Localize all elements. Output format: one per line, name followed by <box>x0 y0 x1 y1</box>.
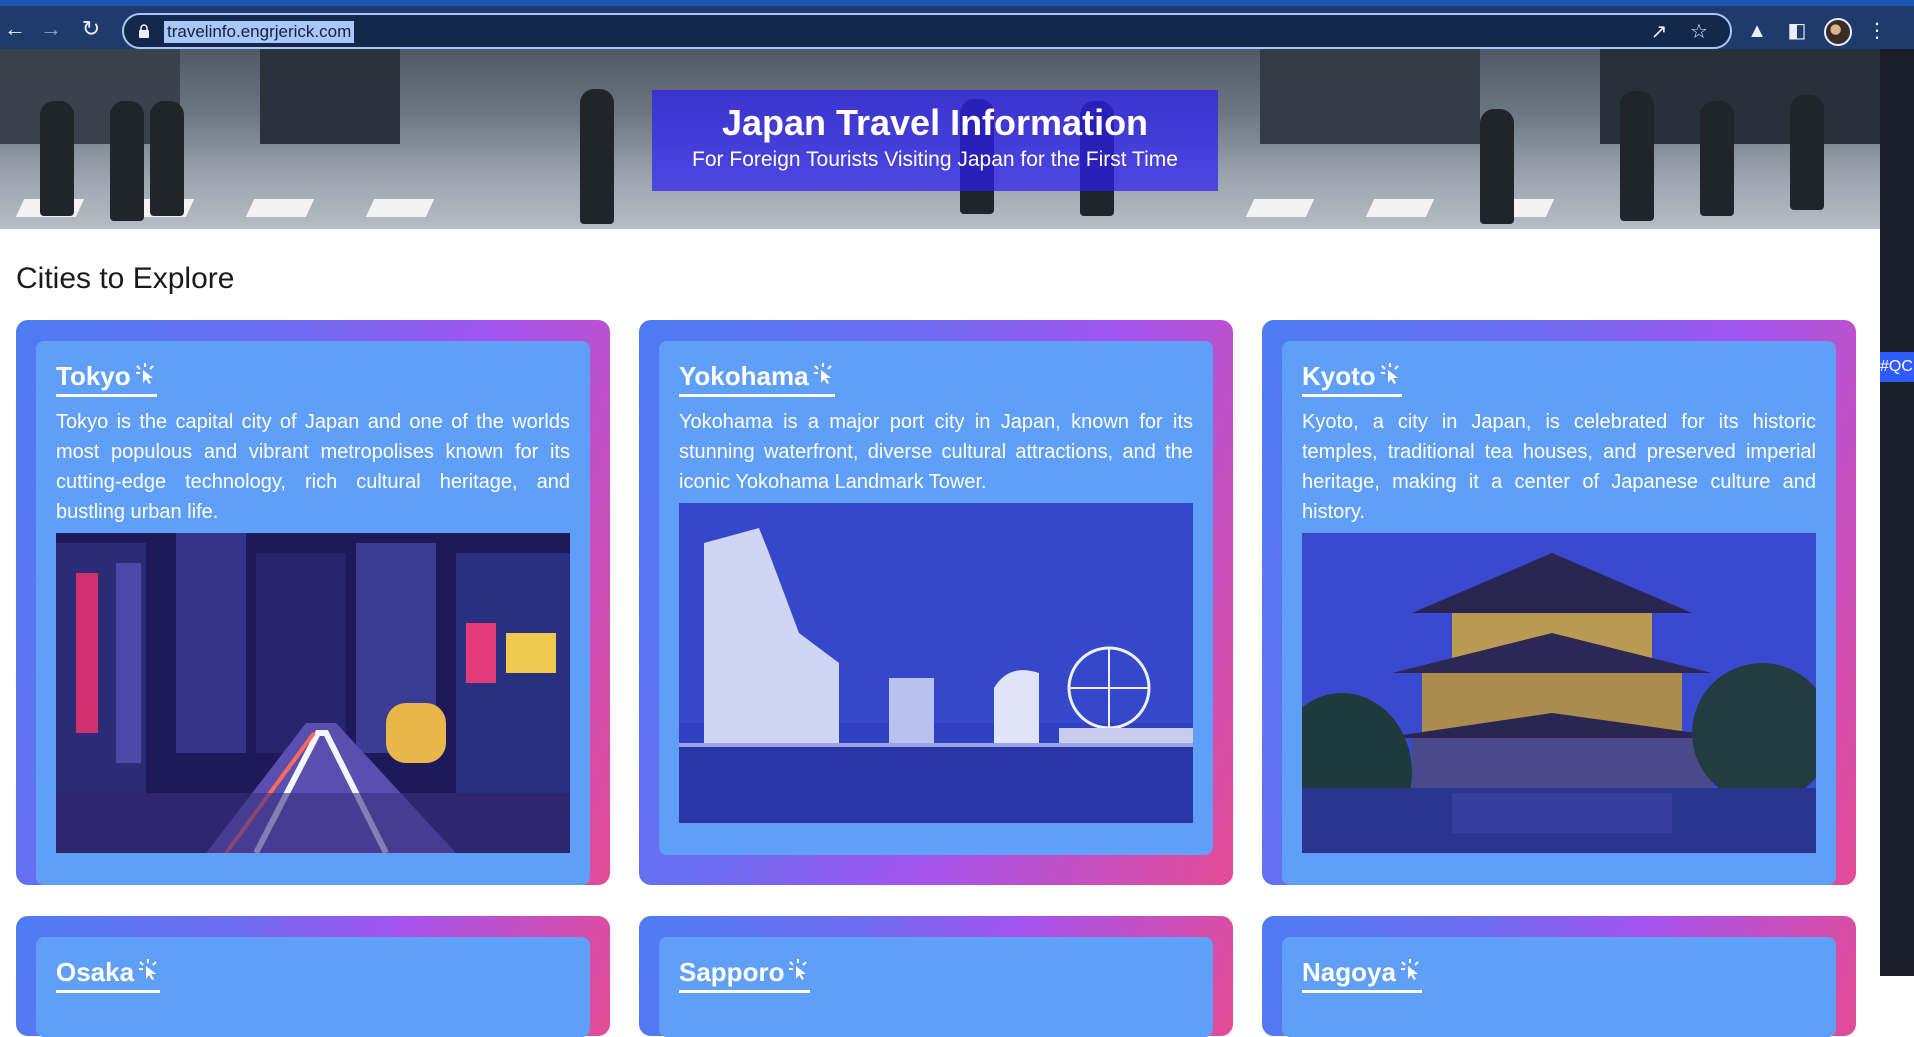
click-pointer-icon <box>1380 363 1399 384</box>
city-description: Kyoto, a city in Japan, is celebrated fo… <box>1302 411 1816 523</box>
city-card-yokohama[interactable]: Yokohama Yokohama is a major port city i… <box>639 320 1233 885</box>
city-image-tokyo <box>56 533 570 853</box>
city-description: Yokohama is a major port city in Japan, … <box>679 411 1193 493</box>
section-title: Cities to Explore <box>16 262 235 295</box>
avatar[interactable] <box>1824 18 1852 46</box>
side-panel-icon[interactable]: ◧ <box>1784 18 1810 44</box>
page-subtitle: For Foreign Tourists Visiting Japan for … <box>692 148 1178 171</box>
city-title[interactable]: Kyoto <box>1302 361 1402 397</box>
hero-title-box: Japan Travel Information For Foreign Tou… <box>652 90 1218 191</box>
click-pointer-icon <box>813 363 832 384</box>
city-card-nagoya[interactable]: Nagoya <box>1262 916 1856 1037</box>
city-card-kyoto[interactable]: Kyoto Kyoto, a city in Japan, is celebra… <box>1262 320 1856 885</box>
star-icon[interactable]: ☆ <box>1686 19 1712 45</box>
city-card-osaka[interactable]: Osaka <box>16 916 610 1037</box>
city-title[interactable]: Yokohama <box>679 361 835 397</box>
city-description: Tokyo is the capital city of Japan and o… <box>56 411 570 523</box>
city-title[interactable]: Osaka <box>56 957 161 993</box>
click-pointer-icon <box>789 959 808 980</box>
back-icon[interactable]: ← <box>2 16 28 42</box>
click-pointer-icon <box>139 959 157 980</box>
city-card-tokyo[interactable]: Tokyo Tokyo is the capital city of Japan… <box>16 320 610 885</box>
url-text[interactable]: travelinfo.engrjerick.com <box>164 21 355 43</box>
menu-icon[interactable]: ⋮ <box>1864 18 1890 44</box>
address-bar[interactable]: travelinfo.engrjerick.com ↗ ☆ <box>122 13 1732 49</box>
city-title[interactable]: Tokyo <box>56 361 157 397</box>
city-card-sapporo[interactable]: Sapporo <box>639 916 1233 1037</box>
page-title: Japan Travel Information <box>721 102 1149 143</box>
click-pointer-icon <box>1400 959 1419 980</box>
city-image-yokohama <box>679 503 1193 823</box>
share-icon[interactable]: ↗ <box>1646 19 1672 45</box>
city-image-kyoto <box>1302 533 1816 853</box>
city-title[interactable]: Sapporo <box>679 957 811 993</box>
extensions-icon[interactable]: ▲ <box>1744 18 1770 44</box>
side-tag[interactable]: #QC <box>1880 352 1914 382</box>
hero-banner: Japan Travel Information For Foreign Tou… <box>0 49 1880 229</box>
forward-icon[interactable]: → <box>38 16 64 42</box>
city-title[interactable]: Nagoya <box>1302 957 1422 993</box>
reload-icon[interactable]: ↻ <box>78 16 104 42</box>
click-pointer-icon <box>135 363 154 384</box>
browser-toolbar: ← → ↻ travelinfo.engrjerick.com ↗ ☆ ▲ ◧ … <box>0 0 1914 49</box>
lock-icon <box>139 24 149 38</box>
side-panel-strip <box>1880 49 1914 976</box>
